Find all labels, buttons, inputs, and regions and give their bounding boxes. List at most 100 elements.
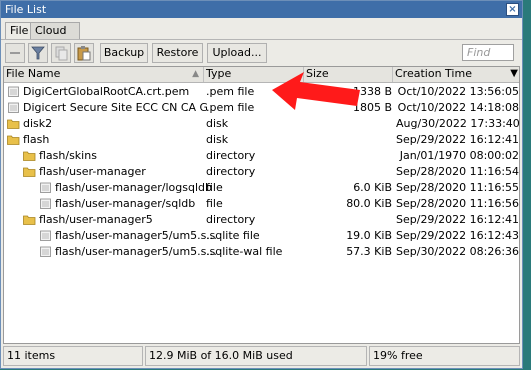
file-icon xyxy=(8,102,19,113)
tab-cloud-backup[interactable]: Cloud Backup xyxy=(30,22,81,53)
file-icon xyxy=(40,246,51,257)
cell-creation-time: Sep/28/2020 11:16:55 xyxy=(396,181,519,194)
cell-type: .sqlite-wal file xyxy=(206,245,283,258)
cell-size: 6.0 KiB xyxy=(353,181,392,194)
window-title: File List xyxy=(5,3,47,16)
cell-file-name: disk2 xyxy=(4,116,207,132)
cell-type: directory xyxy=(206,165,256,178)
file-icon xyxy=(40,182,51,193)
cell-type: file xyxy=(206,197,223,210)
folder-icon xyxy=(23,151,36,161)
cell-file-name: DigiCertGlobalRootCA.crt.pem xyxy=(4,84,207,100)
table-row[interactable]: flash/user-manager5/um5.s... .sqlite-wal … xyxy=(4,244,519,260)
folder-icon xyxy=(23,167,36,177)
filter-button[interactable] xyxy=(28,43,48,63)
remove-button[interactable] xyxy=(5,43,25,63)
file-icon xyxy=(40,198,51,209)
cell-size xyxy=(306,164,392,180)
column-header-type[interactable]: Type xyxy=(204,67,304,82)
cell-creation-time: Sep/29/2022 16:12:41 xyxy=(396,213,519,226)
cell-file-name: flash/user-manager/logsqldb xyxy=(4,180,239,196)
filter-icon xyxy=(31,46,45,60)
table-row[interactable]: flash/user-manager5/um5.s... .sqlite file… xyxy=(4,228,519,244)
cell-size: 1338 B xyxy=(352,85,392,98)
minus-icon xyxy=(10,52,20,54)
paste-button[interactable] xyxy=(74,43,94,63)
file-icon xyxy=(40,230,51,241)
table-row[interactable]: disk2 disk Aug/30/2022 17:33:40 xyxy=(4,116,519,132)
cell-file-name: flash/skins xyxy=(4,148,223,164)
column-header-name[interactable]: File Name ▲ xyxy=(4,67,204,82)
cell-file-name: flash/user-manager xyxy=(4,164,223,180)
cell-type: .sqlite file xyxy=(206,229,260,242)
table-row[interactable]: flash/user-manager directory Sep/28/2020 1… xyxy=(4,164,519,180)
cell-creation-time: Oct/10/2022 13:56:05 xyxy=(397,85,519,98)
cell-type: directory xyxy=(206,213,256,226)
sort-ascending-icon: ▲ xyxy=(192,69,199,79)
file-name-text: flash/user-manager5 xyxy=(39,213,153,226)
cell-creation-time: Sep/28/2020 11:16:56 xyxy=(396,197,519,210)
upload-button[interactable]: Upload... xyxy=(207,43,267,63)
file-name-text: flash/skins xyxy=(39,149,97,162)
cell-creation-time: Sep/30/2022 08:26:36 xyxy=(396,245,519,258)
cell-size: 1805 B xyxy=(352,101,392,114)
cell-file-name: Digicert Secure Site ECC CN CA G3... xyxy=(4,100,207,116)
status-disk-usage: 12.9 MiB of 16.0 MiB used xyxy=(145,346,367,366)
file-name-text: flash/user-manager5/um5.s... xyxy=(55,245,217,258)
toolbar: Backup Restore Upload... Find xyxy=(1,39,522,68)
cell-file-name: flash/user-manager5 xyxy=(4,212,223,228)
table-row[interactable]: flash/user-manager5 directory Sep/29/2022 … xyxy=(4,212,519,228)
status-item-count: 11 items xyxy=(3,346,143,366)
file-name-text: flash xyxy=(23,133,50,146)
cell-creation-time: Oct/10/2022 14:18:08 xyxy=(397,101,519,114)
file-name-text: flash/user-manager/sqldb xyxy=(55,197,196,210)
cell-type: disk xyxy=(206,133,229,146)
file-name-text: flash/user-manager/logsqldb xyxy=(55,181,212,194)
folder-icon xyxy=(7,119,20,129)
column-menu-icon[interactable]: ▼ xyxy=(510,68,518,79)
table-row[interactable]: Digicert Secure Site ECC CN CA G3... .pem… xyxy=(4,100,519,116)
cell-type: directory xyxy=(206,149,256,162)
column-header-ctime[interactable]: Creation Time xyxy=(393,67,510,82)
cell-creation-time: Sep/28/2020 11:16:54 xyxy=(396,165,519,178)
file-list-window: File List × File Cloud Backup Backup Res… xyxy=(0,0,523,369)
cell-size xyxy=(306,212,392,228)
cell-size: 57.3 KiB xyxy=(346,245,392,258)
cell-file-name: flash xyxy=(4,132,207,148)
cell-size: 80.0 KiB xyxy=(346,197,392,210)
cell-creation-time: Aug/30/2022 17:33:40 xyxy=(396,117,519,130)
cell-type: file xyxy=(206,181,223,194)
file-name-text: Digicert Secure Site ECC CN CA G3... xyxy=(23,101,207,114)
title-bar[interactable]: File List × xyxy=(1,1,522,18)
cell-creation-time: Sep/29/2022 16:12:43 xyxy=(396,229,519,242)
cell-file-name: flash/user-manager/sqldb xyxy=(4,196,239,212)
cell-file-name: flash/user-manager5/um5.s... xyxy=(4,228,239,244)
copy-button[interactable] xyxy=(51,43,71,63)
file-name-text: disk2 xyxy=(23,117,53,130)
cell-size xyxy=(306,132,392,148)
column-header-size[interactable]: Size xyxy=(304,67,393,82)
table-header: File Name ▲ Type Size Creation Time ▼ xyxy=(4,67,519,83)
table-row[interactable]: flash disk Sep/29/2022 16:12:41 xyxy=(4,132,519,148)
cell-size xyxy=(306,148,392,164)
backup-button[interactable]: Backup xyxy=(100,43,148,63)
find-input[interactable]: Find xyxy=(462,44,514,61)
file-icon xyxy=(8,86,19,97)
cell-size: 19.0 KiB xyxy=(346,229,392,242)
status-free-space: 19% free xyxy=(369,346,520,366)
table-row[interactable]: flash/user-manager/logsqldb file 6.0 KiB Se… xyxy=(4,180,519,196)
paste-icon xyxy=(77,46,91,61)
restore-button[interactable]: Restore xyxy=(152,43,203,63)
table-row[interactable]: flash/user-manager/sqldb file 80.0 KiB Sep/… xyxy=(4,196,519,212)
file-name-text: flash/user-manager xyxy=(39,165,146,178)
copy-icon xyxy=(55,46,68,61)
folder-icon xyxy=(23,215,36,225)
file-name-text: flash/user-manager5/um5.s... xyxy=(55,229,217,242)
table-row[interactable]: DigiCertGlobalRootCA.crt.pem .pem file 133… xyxy=(4,84,519,100)
cell-creation-time: Sep/29/2022 16:12:41 xyxy=(396,133,519,146)
column-header-name-label: File Name xyxy=(6,67,61,80)
close-icon[interactable]: × xyxy=(506,3,519,16)
file-table: File Name ▲ Type Size Creation Time ▼ Di… xyxy=(3,66,520,344)
table-row[interactable]: flash/skins directory Jan/01/1970 08:00:02 xyxy=(4,148,519,164)
cell-file-name: flash/user-manager5/um5.s... xyxy=(4,244,239,260)
